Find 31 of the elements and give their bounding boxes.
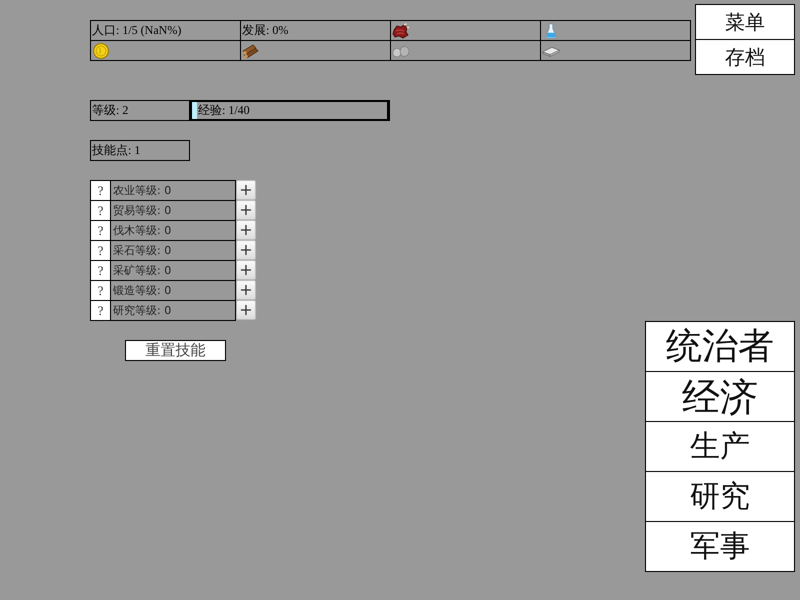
nav-button[interactable]: 经济 bbox=[645, 371, 795, 422]
reset-skills-button[interactable]: 重置技能 bbox=[125, 340, 226, 361]
menu-button[interactable]: 菜单 bbox=[695, 4, 795, 40]
experience-label: 经验: 1/40 bbox=[197, 103, 250, 117]
menu-button[interactable]: 存档 bbox=[695, 39, 795, 75]
coin-icon bbox=[92, 42, 110, 58]
help-button[interactable]: ? bbox=[90, 240, 111, 261]
nav-button[interactable]: 统治者 bbox=[645, 321, 795, 372]
nav-button[interactable]: 军事 bbox=[645, 521, 795, 572]
add-skill-button[interactable]: + bbox=[236, 220, 256, 240]
nav-button[interactable]: 生产 bbox=[645, 421, 795, 472]
add-skill-button[interactable]: + bbox=[236, 300, 256, 320]
add-skill-button[interactable]: + bbox=[236, 260, 256, 280]
help-button[interactable]: ? bbox=[90, 180, 111, 201]
help-button[interactable]: ? bbox=[90, 200, 111, 221]
add-skill-button[interactable]: + bbox=[236, 200, 256, 220]
help-button[interactable]: ? bbox=[90, 280, 111, 301]
help-button[interactable]: ? bbox=[90, 300, 111, 321]
add-skill-button[interactable]: + bbox=[236, 280, 256, 300]
skill-level-label: 研究等级: 0 bbox=[110, 300, 236, 321]
meat-icon bbox=[392, 22, 410, 38]
level-label: 等级: 2 bbox=[90, 100, 190, 121]
logs-icon bbox=[242, 42, 260, 58]
help-button[interactable]: ? bbox=[90, 260, 111, 281]
resource-text: 发展: 0% bbox=[242, 22, 288, 39]
add-skill-button[interactable]: + bbox=[236, 180, 256, 200]
resource-text: 人口: 1/5 (NaN%) bbox=[92, 22, 182, 39]
help-button[interactable]: ? bbox=[90, 220, 111, 241]
skill-points-label: 技能点: 1 bbox=[90, 140, 190, 161]
nav-button[interactable]: 研究 bbox=[645, 471, 795, 522]
add-skill-button[interactable]: + bbox=[236, 240, 256, 260]
